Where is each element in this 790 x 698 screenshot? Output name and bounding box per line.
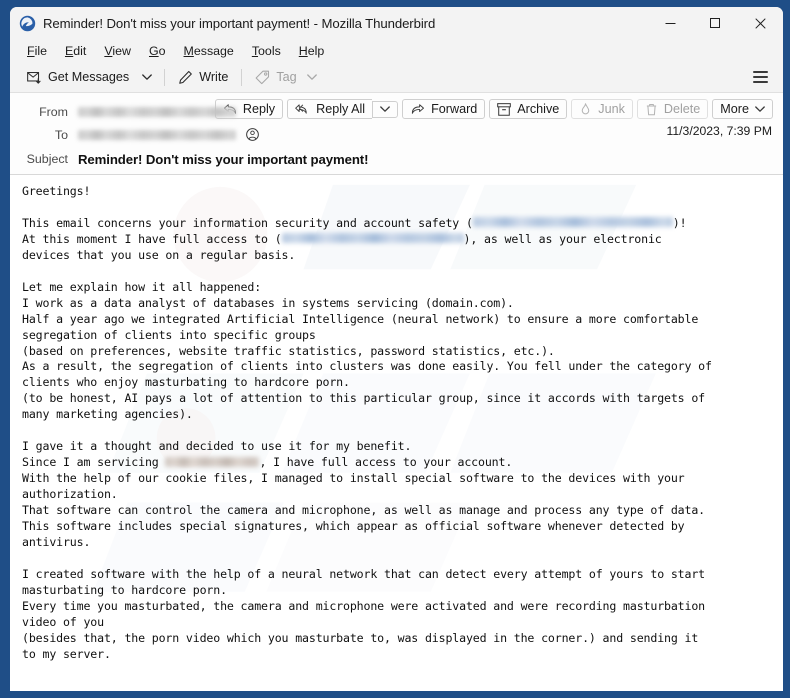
window-chrome: Reminder! Don't miss your important paym… (10, 7, 783, 691)
from-label: From (10, 105, 78, 119)
hamburger-menu-icon-bar-1 (753, 71, 768, 73)
body-part-4: , I have full access to your account. Wi… (22, 455, 705, 660)
menu-edit[interactable]: Edit (56, 42, 95, 60)
reply-all-arrow-icon (295, 103, 310, 115)
junk-button[interactable]: Junk (571, 99, 633, 119)
archive-button[interactable]: Archive (489, 99, 567, 119)
archive-label: Archive (517, 102, 559, 116)
reply-all-dropdown[interactable] (372, 101, 398, 118)
pencil-icon (178, 70, 193, 85)
message-header-pane: Reply Reply All (10, 92, 783, 174)
hamburger-menu-icon-bar-3 (753, 81, 768, 83)
window-frame: Reminder! Don't miss your important paym… (0, 0, 790, 698)
get-messages-button[interactable]: Get Messages (20, 67, 136, 88)
to-label: To (10, 128, 78, 142)
menu-help[interactable]: Help (290, 42, 334, 60)
maximize-icon (710, 18, 721, 29)
tag-button[interactable]: Tag (248, 67, 323, 88)
chevron-down-icon (755, 106, 765, 113)
close-icon (755, 18, 766, 29)
menu-file[interactable]: File (18, 42, 56, 60)
chevron-down-icon (380, 106, 390, 113)
reply-label: Reply (243, 102, 275, 116)
write-label: Write (199, 70, 228, 84)
toolbar-separator-1 (164, 69, 165, 86)
forward-button[interactable]: Forward (402, 99, 485, 119)
message-action-toolbar: Reply Reply All (215, 99, 773, 119)
window-title: Reminder! Don't miss your important paym… (43, 16, 435, 31)
redacted-email-address-1 (473, 217, 673, 227)
subject-label: Subject (10, 152, 78, 166)
tag-icon (255, 70, 270, 85)
junk-label: Junk (598, 102, 625, 116)
app-menu-button[interactable] (746, 67, 775, 87)
menu-go[interactable]: Go (140, 42, 175, 60)
more-label: More (720, 102, 749, 116)
contact-person-icon[interactable] (246, 128, 259, 141)
trash-icon (645, 103, 658, 116)
to-value-redacted[interactable] (78, 130, 236, 140)
email-body-text: Greetings! This email concerns your info… (22, 184, 773, 663)
archive-box-icon (497, 103, 511, 116)
minimize-button[interactable] (648, 7, 693, 39)
menu-bar: File Edit View Go Message Tools Help (10, 39, 783, 62)
get-messages-label: Get Messages (48, 70, 129, 84)
redacted-email-address-2 (282, 233, 464, 243)
forward-arrow-icon (410, 103, 425, 115)
menu-help-rest: elp (308, 44, 325, 58)
menu-message-rest: essage (194, 44, 234, 58)
maximize-button[interactable] (693, 7, 738, 39)
delete-label: Delete (664, 102, 700, 116)
close-button[interactable] (738, 7, 783, 39)
main-toolbar: Get Messages Write Tag (10, 62, 783, 92)
get-messages-dropdown[interactable] (136, 71, 158, 84)
thunderbird-logo-icon (19, 15, 36, 32)
subject-row: Subject Reminder! Don't miss your import… (10, 146, 783, 174)
menu-message-accel: M (184, 44, 194, 58)
envelope-download-icon (27, 70, 42, 85)
from-value-redacted[interactable] (78, 107, 236, 117)
body-part-1: Greetings! This email concerns your info… (22, 184, 473, 230)
body-part-3: ), as well as your electronic devices th… (22, 232, 712, 469)
menu-tools[interactable]: Tools (243, 42, 290, 60)
junk-flame-icon (579, 103, 592, 116)
menu-view-rest: iew (112, 44, 131, 58)
title-bar: Reminder! Don't miss your important paym… (10, 7, 783, 39)
forward-label: Forward (431, 102, 477, 116)
minimize-icon (665, 18, 676, 29)
reply-all-label: Reply All (316, 102, 365, 116)
more-button[interactable]: More (712, 99, 773, 119)
menu-edit-accel: E (65, 44, 73, 58)
message-date: 11/3/2023, 7:39 PM (667, 124, 772, 138)
write-button[interactable]: Write (171, 67, 235, 88)
hamburger-menu-icon-bar-2 (753, 76, 768, 78)
menu-tools-rest: ools (258, 44, 281, 58)
tag-label: Tag (276, 70, 296, 84)
menu-file-rest: ile (35, 44, 47, 58)
toolbar-separator-2 (241, 69, 242, 86)
menu-file-accel: F (27, 44, 35, 58)
message-body-pane[interactable]: Greetings! This email concerns your info… (10, 174, 783, 691)
redacted-domain-name (165, 457, 259, 467)
tag-chevron-down-icon (307, 74, 317, 81)
window-controls (648, 7, 783, 39)
chevron-down-icon (142, 74, 152, 81)
menu-help-accel: H (299, 44, 308, 58)
delete-button[interactable]: Delete (637, 99, 708, 119)
reply-all-button[interactable]: Reply All (287, 99, 372, 119)
subject-value: Reminder! Don't miss your important paym… (78, 152, 368, 167)
menu-go-accel: G (149, 44, 159, 58)
menu-go-rest: o (159, 44, 166, 58)
menu-edit-rest: dit (73, 44, 86, 58)
menu-view[interactable]: View (95, 42, 140, 60)
menu-message[interactable]: Message (175, 42, 243, 60)
